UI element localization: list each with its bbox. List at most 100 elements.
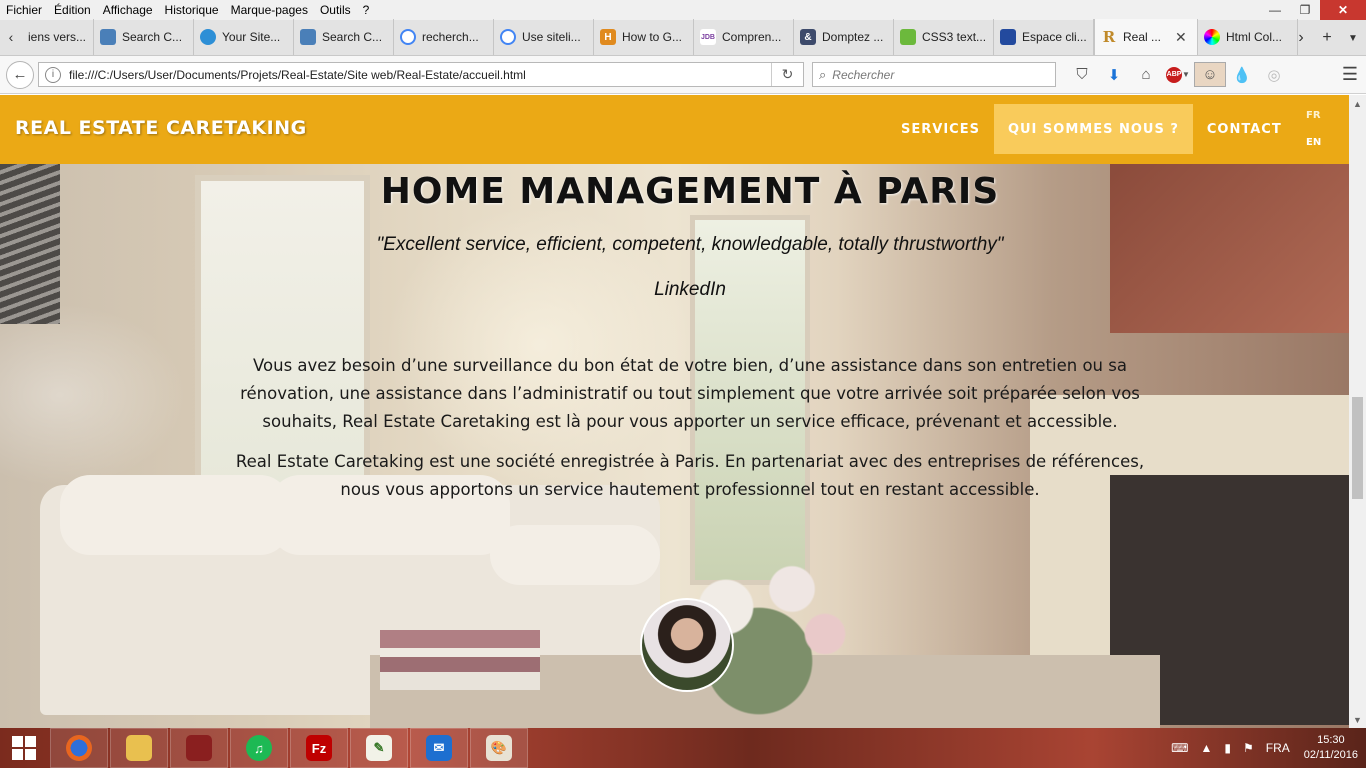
nav-services[interactable]: SERVICES	[887, 104, 994, 154]
scroll-tabs-left-icon[interactable]: ‹	[0, 19, 22, 55]
tab[interactable]: Espace cli...	[994, 19, 1094, 55]
mail-taskbar-button[interactable]: ✉	[410, 728, 468, 768]
menu-outils[interactable]: Outils	[314, 0, 357, 20]
testimonial-source: LinkedIn	[654, 279, 726, 300]
lang-en[interactable]: EN	[1306, 137, 1321, 148]
tab[interactable]: Search C...	[94, 19, 194, 55]
tab-label: Espace cli...	[1022, 30, 1087, 44]
start-button[interactable]	[0, 728, 48, 768]
paint-taskbar-button[interactable]: 🎨	[470, 728, 528, 768]
tab-active[interactable]: R Real ... ✕	[1094, 19, 1198, 55]
close-window-icon[interactable]: ✕	[1320, 0, 1366, 20]
app-icon	[186, 735, 212, 761]
language-indicator[interactable]: FRA	[1266, 741, 1290, 755]
tab[interactable]: & Domptez ...	[794, 19, 894, 55]
menu-edition[interactable]: Édition	[48, 0, 97, 20]
scroll-up-icon[interactable]: ▲	[1349, 95, 1366, 112]
search-input[interactable]: ⌕ Rechercher	[812, 62, 1056, 87]
chevron-down-icon: ▼	[1182, 70, 1190, 79]
tab-list-icon[interactable]: ▼	[1340, 33, 1366, 44]
download-icon[interactable]: ⬇	[1098, 62, 1130, 87]
hamburger-menu-icon[interactable]: ☰	[1342, 64, 1358, 85]
tab[interactable]: iens vers...	[22, 19, 94, 55]
droplet-icon[interactable]: 💧	[1226, 62, 1258, 87]
close-tab-icon[interactable]: ✕	[1175, 29, 1187, 46]
r-icon: R	[1102, 28, 1116, 46]
toolbar-icons: ⛉ ⬇ ⌂ ABP ▼ ☺ 💧 ◎	[1066, 62, 1290, 87]
menu-bar: Fichier Édition Affichage Historique Mar…	[0, 0, 1366, 20]
clock[interactable]: 15:30 02/11/2016	[1304, 733, 1358, 763]
page-icon	[100, 29, 116, 45]
navigation-bar: ← i file:///C:/Users/User/Documents/Proj…	[0, 56, 1366, 94]
info-icon[interactable]: i	[45, 66, 61, 83]
google-icon	[500, 29, 516, 45]
app-taskbar-button[interactable]	[170, 728, 228, 768]
nav-qui-sommes-nous[interactable]: QUI SOMMES NOUS ?	[993, 104, 1193, 154]
firefox-taskbar-button[interactable]	[50, 728, 108, 768]
extension-icon[interactable]: ☺	[1194, 62, 1226, 87]
nav-contact[interactable]: CONTACT	[1193, 104, 1296, 154]
site-header: REAL ESTATE CARETAKING SERVICES QUI SOMM…	[0, 95, 1349, 164]
restore-icon[interactable]: ❐	[1290, 0, 1320, 20]
spotify-taskbar-button[interactable]: ♫	[230, 728, 288, 768]
url-bar[interactable]: i file:///C:/Users/User/Documents/Projet…	[38, 62, 804, 87]
tab-label: Compren...	[722, 30, 782, 44]
menu-historique[interactable]: Historique	[159, 0, 225, 20]
tab[interactable]: Use siteli...	[494, 19, 594, 55]
home-icon[interactable]: ⌂	[1130, 62, 1162, 87]
tab-label: iens vers...	[28, 30, 87, 44]
file-explorer-taskbar-button[interactable]	[110, 728, 168, 768]
tab[interactable]: H How to G...	[594, 19, 694, 55]
new-tab-icon[interactable]: +	[1314, 29, 1340, 47]
tab-label: Html Col...	[1226, 30, 1283, 44]
tab[interactable]: recherch...	[394, 19, 494, 55]
taskbar: ♫ Fz ✎ ✉ 🎨 ⌨ ▲ ▮ ⚑ FRA 15:30 02/11/2016	[0, 728, 1366, 768]
tab-strip: ‹ iens vers... Search C... Your Site... …	[0, 19, 1366, 56]
lang-fr[interactable]: FR	[1306, 110, 1321, 121]
menu-aide[interactable]: ?	[357, 0, 376, 20]
tab-label: Use siteli...	[522, 30, 581, 44]
windows-icon	[12, 736, 36, 760]
editor-taskbar-button[interactable]: ✎	[350, 728, 408, 768]
scrollbar-thumb[interactable]	[1352, 397, 1363, 499]
tab-label: Real ...	[1123, 30, 1162, 44]
scroll-down-icon[interactable]: ▼	[1349, 711, 1366, 728]
minimize-icon[interactable]: —	[1260, 0, 1290, 20]
page-scrollbar[interactable]: ▲ ▼	[1349, 95, 1366, 728]
tab[interactable]: CSS3 text...	[894, 19, 994, 55]
keyboard-icon[interactable]: ⌨	[1171, 741, 1188, 755]
filezilla-icon: Fz	[306, 735, 332, 761]
adblock-icon[interactable]: ABP ▼	[1162, 62, 1194, 87]
site-nav: SERVICES QUI SOMMES NOUS ? CONTACT	[887, 104, 1296, 154]
tab-label: Search C...	[322, 30, 383, 44]
flag-icon[interactable]: ⚑	[1243, 741, 1254, 755]
css3-icon	[900, 29, 916, 45]
back-button[interactable]: ←	[6, 60, 34, 89]
scroll-tabs-right-icon[interactable]: ›	[1288, 29, 1314, 47]
menu-affichage[interactable]: Affichage	[97, 0, 159, 20]
menu-marque-pages[interactable]: Marque-pages	[225, 0, 314, 20]
window-controls: — ❐ ✕	[1260, 0, 1366, 20]
intro-paragraph: Vous avez besoin d’une surveillance du b…	[240, 356, 1140, 431]
folder-icon	[126, 735, 152, 761]
clock-date: 02/11/2016	[1303, 749, 1358, 761]
pocket-icon[interactable]: ⛉	[1066, 62, 1098, 87]
power-icon[interactable]: ▮	[1224, 741, 1231, 755]
sync-icon[interactable]: ◎	[1258, 62, 1290, 87]
globe-icon	[200, 29, 216, 45]
menu-fichier[interactable]: Fichier	[0, 0, 48, 20]
tab[interactable]: Your Site...	[194, 19, 294, 55]
site-brand[interactable]: REAL ESTATE CARETAKING	[15, 117, 307, 139]
tab[interactable]: Html Col...	[1198, 19, 1298, 55]
tab-label: Search C...	[122, 30, 183, 44]
h-icon: H	[600, 29, 616, 45]
palette-icon: 🎨	[486, 735, 512, 761]
tab[interactable]: JDB Compren...	[694, 19, 794, 55]
filezilla-taskbar-button[interactable]: Fz	[290, 728, 348, 768]
page-viewport: HOME MANAGEMENT À PARIS "Excellent servi…	[0, 95, 1349, 728]
search-placeholder: Rechercher	[832, 67, 895, 82]
editor-icon: ✎	[366, 735, 392, 761]
chevron-up-icon[interactable]: ▲	[1200, 741, 1212, 755]
tab[interactable]: Search C...	[294, 19, 394, 55]
reload-icon[interactable]: ↻	[771, 63, 803, 86]
